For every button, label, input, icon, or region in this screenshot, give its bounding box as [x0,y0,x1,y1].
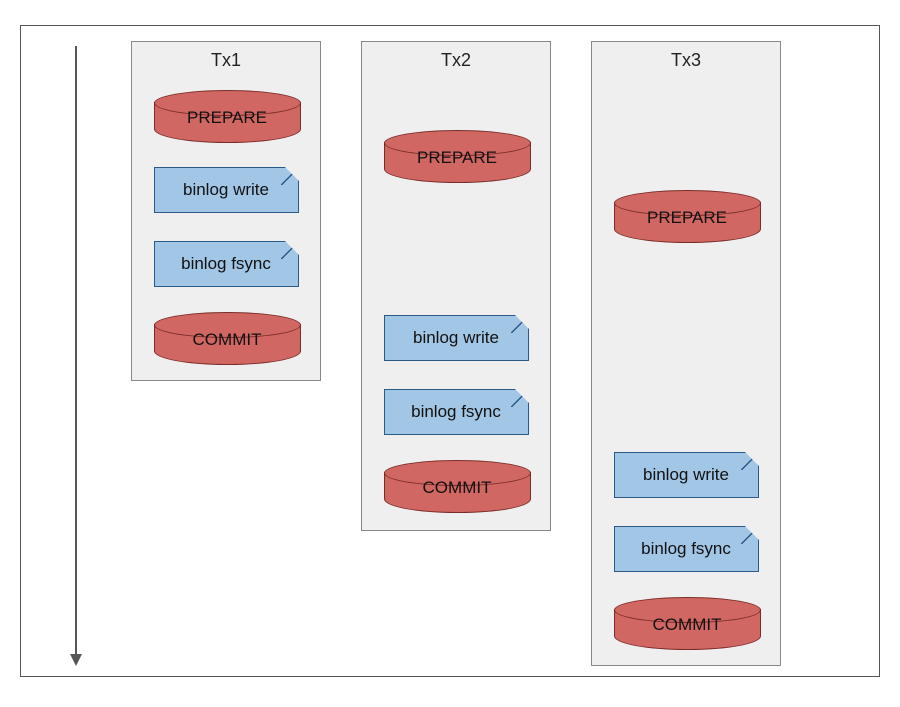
step-label: COMMIT [155,330,300,350]
cylinder-icon: PREPARE [154,90,299,142]
card-icon: binlog fsync [154,241,299,287]
column-tx3: Tx3 PREPARE binlog write binlog fsync [591,41,781,666]
spacer [382,79,530,119]
card-icon: binlog fsync [614,526,759,572]
arrow-head-icon [70,654,82,666]
step-binlog-fsync: binlog fsync [152,227,300,301]
card-icon: binlog write [614,452,759,498]
step-binlog-write: binlog write [612,438,760,512]
step-binlog-fsync: binlog fsync [382,375,530,449]
cylinder-icon: COMMIT [614,597,759,649]
step-prepare: PREPARE [612,179,760,253]
step-commit: COMMIT [612,586,760,660]
column-title: Tx1 [152,50,300,71]
card-icon: binlog fsync [384,389,529,435]
column-tx2: Tx2 PREPARE binlog write binlog fsync [361,41,551,531]
step-label: COMMIT [615,615,760,635]
step-label: PREPARE [615,208,760,228]
cylinder-icon: COMMIT [154,312,299,364]
cylinder-icon: PREPARE [614,190,759,242]
column-title: Tx3 [612,50,760,71]
step-binlog-write: binlog write [382,301,530,375]
step-binlog-fsync: binlog fsync [612,512,760,586]
diagram-frame: Tx1 PREPARE binlog write binlog fsync [20,25,880,677]
step-binlog-write: binlog write [152,153,300,227]
step-label: binlog write [643,465,729,485]
step-prepare: PREPARE [382,119,530,193]
step-label: binlog fsync [411,402,501,422]
cylinder-icon: PREPARE [384,130,529,182]
spacer [382,193,530,301]
step-label: PREPARE [385,148,530,168]
step-label: binlog write [183,180,269,200]
step-label: binlog write [413,328,499,348]
step-label: binlog fsync [181,254,271,274]
card-icon: binlog write [384,315,529,361]
column-tx1: Tx1 PREPARE binlog write binlog fsync [131,41,321,381]
step-prepare: PREPARE [152,79,300,153]
arrow-line-icon [75,46,77,656]
diagram-canvas: Tx1 PREPARE binlog write binlog fsync [0,0,900,707]
step-label: PREPARE [155,108,300,128]
step-commit: COMMIT [382,449,530,523]
card-icon: binlog write [154,167,299,213]
column-title: Tx2 [382,50,530,71]
spacer [612,253,760,438]
step-commit: COMMIT [152,301,300,375]
step-label: COMMIT [385,478,530,498]
step-label: binlog fsync [641,539,731,559]
spacer [612,79,760,179]
cylinder-icon: COMMIT [384,460,529,512]
